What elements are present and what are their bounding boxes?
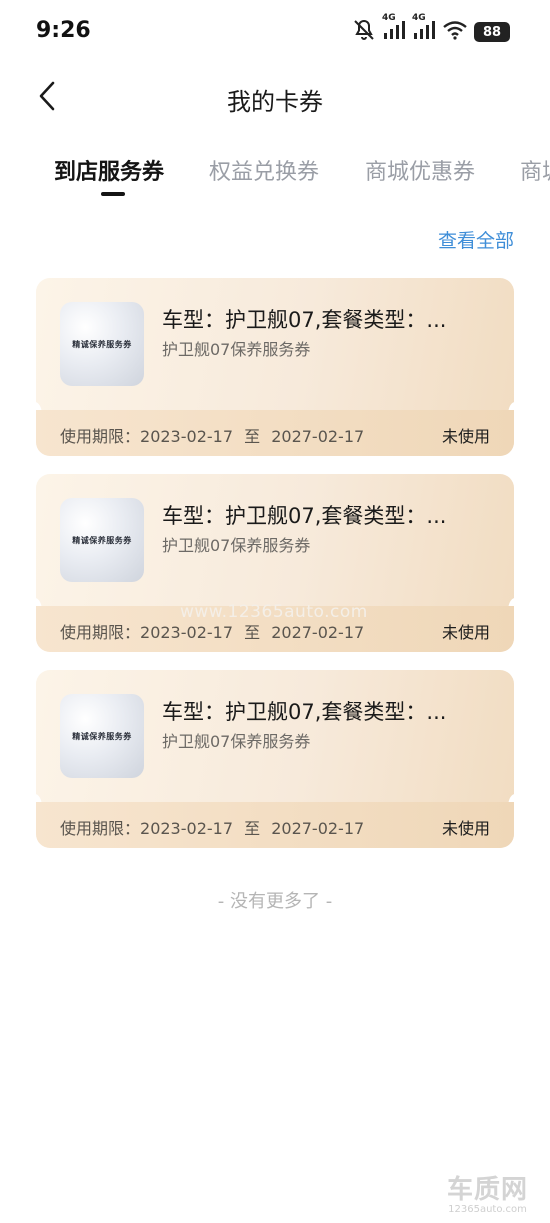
battery-icon: 88 xyxy=(474,22,510,42)
watermark: 车质网 12365auto.com xyxy=(447,1169,528,1215)
coupon-validity: 使用期限：2023-02-17 至 2027-02-17 xyxy=(60,423,364,447)
validity-end-date: 2027-02-17 xyxy=(271,427,365,446)
coupon-card[interactable]: 精诚保养服务券 车型：护卫舰07,套餐类型：... 护卫舰07保养服务券 使用期… xyxy=(36,474,514,652)
status-time: 9:26 xyxy=(36,18,91,43)
network-label: 4G xyxy=(382,13,396,23)
nav-header: 我的卡券 xyxy=(0,70,550,130)
watermark-url: 12365auto.com xyxy=(448,1204,527,1215)
coupon-title: 车型：护卫舰07,套餐类型：... xyxy=(162,700,447,724)
tab-in-store-service[interactable]: 到店服务券 xyxy=(54,154,164,186)
validity-end-date: 2027-02-17 xyxy=(271,623,365,642)
tab-mall-discount[interactable]: 商城优惠券 xyxy=(365,154,475,186)
coupon-thumbnail-label: 精诚保养服务券 xyxy=(72,339,132,349)
coupon-thumbnail: 精诚保养服务券 xyxy=(60,302,144,386)
tab-mall[interactable]: 商城 xyxy=(520,154,550,186)
validity-start-date: 2023-02-17 xyxy=(140,427,233,446)
coupon-thumbnail: 精诚保养服务券 xyxy=(60,498,144,582)
coupon-title: 车型：护卫舰07,套餐类型：... xyxy=(162,308,447,332)
coupon-status: 未使用 xyxy=(441,623,490,642)
coupon-footer: 使用期限：2023-02-17 至 2027-02-17 未使用 xyxy=(36,802,514,848)
mute-bell-icon xyxy=(352,18,376,46)
coupon-thumbnail-label: 精诚保养服务券 xyxy=(72,731,132,741)
page-title: 我的卡券 xyxy=(227,88,323,116)
wifi-icon xyxy=(442,20,468,44)
validity-start-date: 2023-02-17 xyxy=(140,819,233,838)
coupon-subtitle: 护卫舰07保养服务券 xyxy=(162,340,311,359)
coupon-subtitle: 护卫舰07保养服务券 xyxy=(162,536,311,555)
validity-label: 使用期限： xyxy=(60,427,141,446)
coupon-list: 精诚保养服务券 车型：护卫舰07,套餐类型：... 护卫舰07保养服务券 使用期… xyxy=(36,278,514,866)
validity-to: 至 xyxy=(244,427,261,446)
status-icons: 4G 4G 88 xyxy=(352,13,510,46)
coupon-status: 未使用 xyxy=(441,427,490,446)
watermark-logo: 车质网 xyxy=(446,1175,528,1205)
no-more-text: - 没有更多了 - xyxy=(217,891,333,912)
coupon-card[interactable]: 精诚保养服务券 车型：护卫舰07,套餐类型：... 护卫舰07保养服务券 使用期… xyxy=(36,670,514,848)
coupon-thumbnail: 精诚保养服务券 xyxy=(60,694,144,778)
signal-4g-icon: 4G xyxy=(412,13,436,45)
coupon-title: 车型：护卫舰07,套餐类型：... xyxy=(162,504,447,528)
validity-to: 至 xyxy=(244,819,261,838)
coupon-thumbnail-label: 精诚保养服务券 xyxy=(72,535,132,545)
coupon-subtitle: 护卫舰07保养服务券 xyxy=(162,732,311,751)
coupon-validity: 使用期限：2023-02-17 至 2027-02-17 xyxy=(60,815,364,839)
center-watermark: www.12365auto.com xyxy=(180,602,368,622)
tab-bar: 到店服务券 权益兑换券 商城优惠券 商城 xyxy=(0,148,550,200)
coupon-status: 未使用 xyxy=(441,819,490,838)
validity-end-date: 2027-02-17 xyxy=(271,819,365,838)
signal-4g-icon: 4G xyxy=(382,13,406,45)
validity-label: 使用期限： xyxy=(60,819,141,838)
validity-to: 至 xyxy=(244,623,261,642)
network-label: 4G xyxy=(412,13,426,23)
tab-benefit-exchange[interactable]: 权益兑换券 xyxy=(209,154,319,186)
view-all-link[interactable]: 查看全部 xyxy=(438,226,514,253)
validity-start-date: 2023-02-17 xyxy=(140,623,233,642)
status-bar: 9:26 4G 4G 88 xyxy=(0,0,550,64)
validity-label: 使用期限： xyxy=(60,623,141,642)
active-tab-indicator xyxy=(101,192,125,196)
coupon-footer: 使用期限：2023-02-17 至 2027-02-17 未使用 xyxy=(36,410,514,456)
coupon-validity: 使用期限：2023-02-17 至 2027-02-17 xyxy=(60,619,364,643)
coupon-card[interactable]: 精诚保养服务券 车型：护卫舰07,套餐类型：... 护卫舰07保养服务券 使用期… xyxy=(36,278,514,456)
